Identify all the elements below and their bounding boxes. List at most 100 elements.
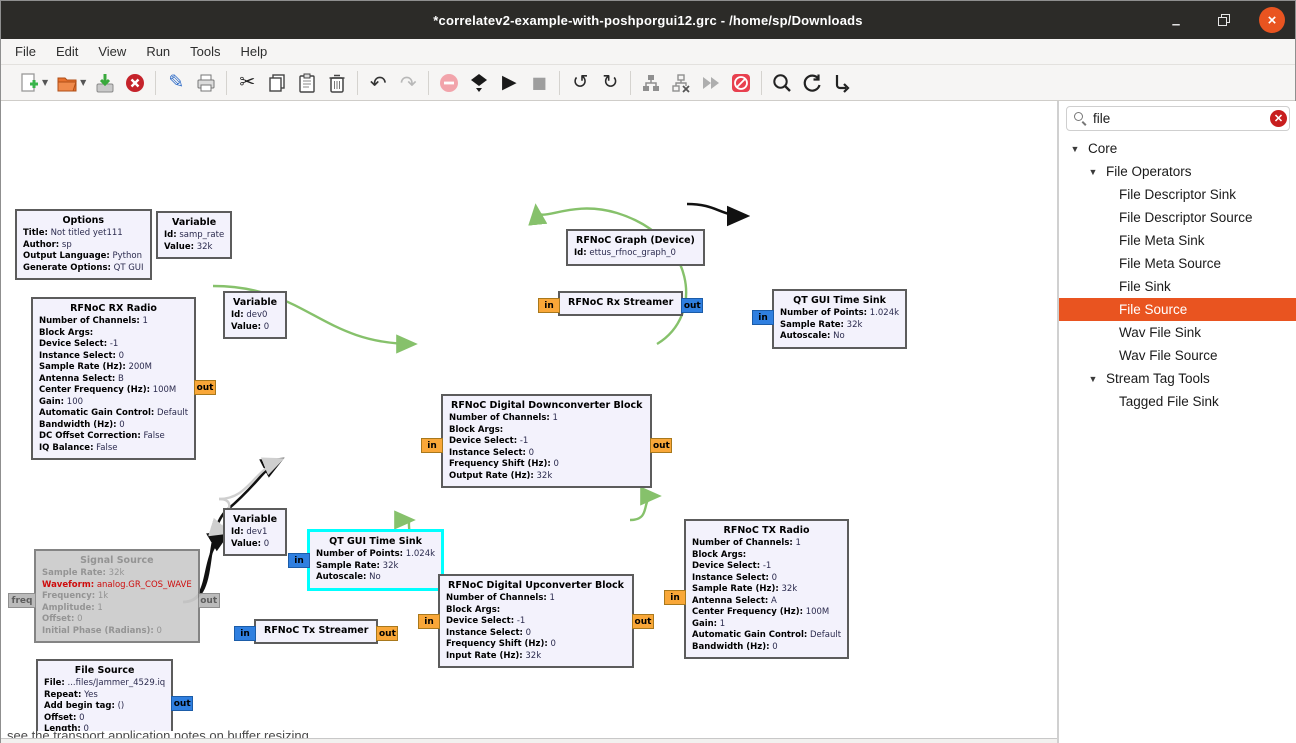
block-param: Sample Rate (Hz): 32k [692,584,841,596]
port-rfnoc_tx_streamer-in[interactable]: in [234,626,256,641]
errors-button[interactable] [438,71,460,95]
block-signal_source[interactable]: Signal SourceSample Rate: 32kWaveform: a… [34,549,200,643]
undo-button[interactable]: ↶ [367,71,389,95]
port-qt_gui_time_sink_0-in[interactable]: in [752,310,774,325]
menu-run[interactable]: Run [136,40,180,63]
flowgraph-canvas[interactable]: OptionsTitle: Not titled yet111Author: s… [1,101,1057,731]
canvas-scrollbar[interactable] [1,738,1057,743]
title-bar[interactable]: *correlatev2-example-with-poshporgui12.g… [1,1,1295,39]
menu-help[interactable]: Help [231,40,278,63]
expander-icon[interactable]: ▼ [1087,374,1099,384]
block-variable_samp_rate[interactable]: VariableId: samp_rateValue: 32k [156,211,232,259]
block-param: File: ...files/Jammer_4529.iq [44,678,165,690]
save-flowgraph-button[interactable] [94,71,116,95]
port-signal_source-out[interactable]: out [198,593,220,608]
tree-item-file-source[interactable]: File Source [1059,298,1296,321]
block-file_source[interactable]: File SourceFile: ...files/Jammer_4529.iq… [36,659,173,731]
hier-block-button[interactable] [640,71,662,95]
block-variable_dev1[interactable]: VariableId: dev1Value: 0 [223,508,287,556]
block-variable_dev0[interactable]: VariableId: dev0Value: 0 [223,291,287,339]
paste-button[interactable] [296,71,318,95]
block-options[interactable]: OptionsTitle: Not titled yet111Author: s… [15,209,152,280]
port-rfnoc_rx_streamer-in[interactable]: in [538,298,560,313]
port-rfnoc_tx_radio-in[interactable]: in [664,590,686,605]
tree-item-wav-file-sink[interactable]: Wav File Sink [1059,321,1296,344]
block-rfnoc_rx_radio[interactable]: RFNoC RX RadioNumber of Channels: 1Block… [31,297,196,460]
expander-icon[interactable]: ▼ [1069,144,1081,154]
block-param: Instance Select: 0 [692,573,841,585]
tree-item-tagged-file-sink[interactable]: Tagged File Sink [1059,390,1296,413]
kill-button[interactable]: ■ [528,71,550,95]
block-param: Initial Phase (Radians): 0 [42,626,192,638]
print-button[interactable] [195,71,217,95]
close-button[interactable]: × [1259,7,1285,33]
tree-item-file-operators[interactable]: ▼File Operators [1059,160,1296,183]
tree-item-wav-file-source[interactable]: Wav File Source [1059,344,1296,367]
port-rfnoc_tx_streamer-out[interactable]: out [376,626,398,641]
connection-signal_source.out-to-qt_gui_time_sink_1.in[interactable] [219,460,280,499]
tree-item-core[interactable]: ▼Core [1059,137,1296,160]
delete-button[interactable] [326,71,348,95]
tree-item-file-descriptor-source[interactable]: File Descriptor Source [1059,206,1296,229]
block-param: Author: sp [23,240,144,252]
block-param: Number of Channels: 1 [446,593,626,605]
block-param: Sample Rate: 32k [780,320,899,332]
close-flowgraph-button[interactable] [124,71,146,95]
block-rfnoc_ddc[interactable]: RFNoC Digital Downconverter BlockNumber … [441,394,652,488]
menu-tools[interactable]: Tools [180,40,230,63]
port-rfnoc_duc-in[interactable]: in [418,614,440,629]
menu-file[interactable]: File [5,40,46,63]
block-param: Output Rate (Hz): 32k [449,471,644,483]
tree-item-file-meta-source[interactable]: File Meta Source [1059,252,1296,275]
expander-icon[interactable]: ▼ [1087,167,1099,177]
clear-search-icon[interactable]: ✕ [1270,110,1287,127]
block-rfnoc_tx_radio[interactable]: RFNoC TX RadioNumber of Channels: 1Block… [684,519,849,659]
tree-item-file-descriptor-sink[interactable]: File Descriptor Sink [1059,183,1296,206]
connection-rfnoc_rx_streamer.out-to-qt_gui_time_sink_0.in[interactable] [687,204,745,216]
port-rfnoc_rx_radio-out[interactable]: out [194,380,216,395]
port-file_source-out[interactable]: out [171,696,193,711]
block-rfnoc_duc[interactable]: RFNoC Digital Upconverter BlockNumber of… [438,574,634,668]
reload-blocks-button[interactable] [801,71,823,95]
port-rfnoc_ddc-in[interactable]: in [421,438,443,453]
cancel-button[interactable] [730,71,752,95]
redo-button[interactable]: ↷ [397,71,419,95]
block-title: RFNoC RX Radio [39,302,188,316]
rotate-cw-button[interactable]: ↻ [599,71,621,95]
menu-view[interactable]: View [88,40,136,63]
remove-hier-button[interactable] [670,71,692,95]
execute-button[interactable]: ▶ [498,71,520,95]
port-rfnoc_ddc-out[interactable]: out [650,438,672,453]
block-rfnoc_rx_streamer[interactable]: RFNoC Rx Streamerinout [558,291,683,316]
block-param: DC Offset Correction: False [39,431,188,443]
tree-item-file-sink[interactable]: File Sink [1059,275,1296,298]
minimize-button[interactable]: – [1163,7,1189,33]
goto-button[interactable] [831,71,853,95]
block-param: Gain: 1 [692,619,841,631]
block-param: Value: 0 [231,539,279,551]
tree-item-file-meta-sink[interactable]: File Meta Sink [1059,229,1296,252]
block-rfnoc_tx_streamer[interactable]: RFNoC Tx Streamerinout [254,619,378,644]
find-block-button[interactable] [771,71,793,95]
block-qt_gui_time_sink_0[interactable]: QT GUI Time SinkNumber of Points: 1.024k… [772,289,907,349]
generate-button[interactable] [468,71,490,95]
restore-button[interactable] [1211,7,1237,33]
port-qt_gui_time_sink_1-in[interactable]: in [288,553,310,568]
port-rfnoc_rx_streamer-out[interactable]: out [681,298,703,313]
console-clipped-line: see the transport application notes on b… [7,729,1047,738]
block-rfnoc_graph[interactable]: RFNoC Graph (Device)Id: ettus_rfnoc_grap… [566,229,705,266]
cut-button[interactable]: ✂ [236,71,258,95]
new-flowgraph-button[interactable]: ▼ [18,71,48,95]
flowgraph-properties-button[interactable]: ✎ [165,71,187,95]
connection-rfnoc_duc.out-to-rfnoc_tx_radio.in[interactable] [630,496,657,520]
port-signal_source-freq[interactable]: freq [8,593,36,608]
copy-button[interactable] [266,71,288,95]
tree-item-stream-tag-tools[interactable]: ▼Stream Tag Tools [1059,367,1296,390]
port-rfnoc_duc-out[interactable]: out [632,614,654,629]
rotate-ccw-button[interactable]: ↺ [569,71,591,95]
fast-forward-button[interactable] [700,71,722,95]
menu-edit[interactable]: Edit [46,40,88,63]
open-flowgraph-button[interactable]: ▼ [56,71,86,95]
search-input[interactable] [1093,111,1270,126]
block-qt_gui_time_sink_1[interactable]: QT GUI Time SinkNumber of Points: 1.024k… [307,529,444,591]
